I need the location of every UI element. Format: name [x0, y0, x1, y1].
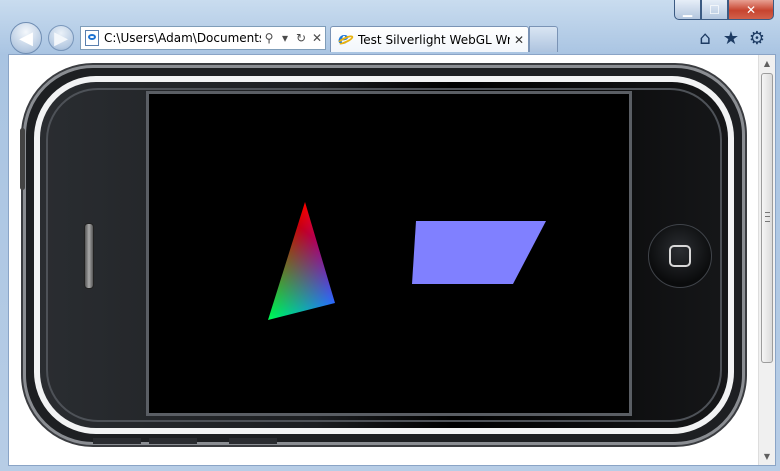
address-url[interactable]: C:\Users\Adam\Documents\	[104, 31, 261, 45]
blue-parallelogram	[412, 221, 546, 284]
speaker-grille	[84, 223, 94, 289]
forward-arrow-icon: ▶	[54, 27, 68, 49]
scroll-thumb[interactable]	[761, 73, 773, 363]
page-viewport: ▲ ▼	[8, 54, 776, 466]
back-arrow-icon: ◀	[19, 27, 33, 49]
home-icon[interactable]: ⌂	[694, 27, 716, 49]
forward-button[interactable]: ▶	[48, 25, 74, 51]
scene-svg	[268, 202, 546, 320]
home-square-icon	[669, 245, 691, 267]
tab-close-icon[interactable]: ✕	[510, 33, 528, 47]
webgl-canvas[interactable]	[146, 91, 632, 416]
vertical-scrollbar[interactable]: ▲ ▼	[758, 55, 775, 465]
phone-foot	[229, 438, 277, 444]
search-icon[interactable]: ⚲	[261, 31, 277, 45]
dropdown-icon[interactable]: ▾	[277, 31, 293, 45]
refresh-icon[interactable]: ↻	[293, 31, 309, 45]
scroll-down-icon[interactable]: ▼	[759, 448, 775, 465]
tools-icon[interactable]: ⚙	[746, 27, 768, 49]
window-controls: ▁ ☐ ✕	[674, 0, 774, 20]
new-tab-button[interactable]	[529, 26, 558, 52]
phone-frame	[20, 65, 745, 445]
color-triangle	[268, 202, 335, 320]
grip-icon	[765, 212, 770, 222]
ie-icon	[338, 29, 354, 49]
volume-button	[20, 128, 25, 190]
tab-label: Test Silverlight WebGL Wra...	[358, 32, 510, 47]
toolbar: ⌂ ★ ⚙	[694, 27, 768, 49]
minimize-button[interactable]: ▁	[674, 0, 701, 20]
stop-icon[interactable]: ✕	[309, 31, 325, 45]
back-button[interactable]: ◀	[10, 22, 42, 54]
close-button[interactable]: ✕	[728, 0, 774, 20]
tab-active[interactable]: Test Silverlight WebGL Wra... ✕	[330, 26, 529, 52]
phone-foot	[93, 438, 141, 444]
maximize-button[interactable]: ☐	[701, 0, 728, 20]
page-icon	[85, 30, 99, 46]
scroll-up-icon[interactable]: ▲	[759, 55, 775, 72]
favorites-icon[interactable]: ★	[720, 27, 742, 49]
address-bar[interactable]: C:\Users\Adam\Documents\ ⚲ ▾ ↻ ✕	[80, 26, 326, 50]
phone-foot	[149, 438, 197, 444]
home-button[interactable]	[648, 224, 712, 288]
